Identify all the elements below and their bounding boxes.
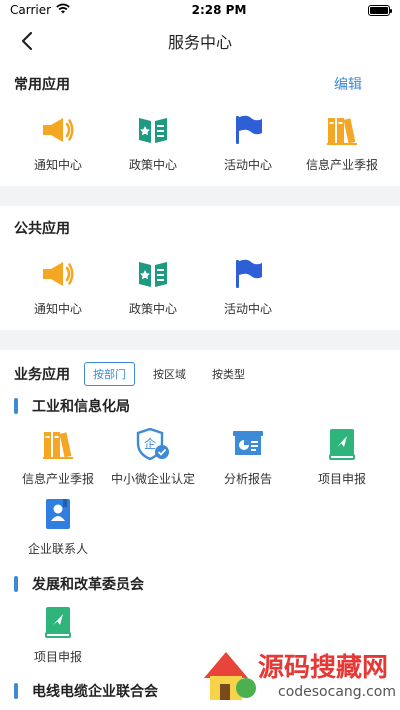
- status-left: Carrier: [10, 3, 70, 17]
- app-enterprise-contacts[interactable]: 企业联系人: [10, 496, 106, 557]
- group-accent-bar: [14, 683, 18, 699]
- status-time: 2:28 PM: [191, 3, 247, 17]
- back-button[interactable]: [12, 28, 42, 54]
- app-sme-certification[interactable]: 企 中小微企业认定: [105, 426, 201, 487]
- flag-icon: [230, 112, 266, 148]
- watermark-logo: 源码搜藏网 codesocang.com: [196, 638, 396, 704]
- common-apps-section: 常用应用 编辑 通知中心 政策中心 活动中心 信息产业季报: [0, 62, 400, 186]
- report-chart-icon: [230, 426, 266, 462]
- megaphone-icon: [40, 112, 76, 148]
- app-label: 信息产业季报: [21, 472, 94, 486]
- app-label: 项目申报: [33, 650, 82, 664]
- battery-icon: [368, 4, 392, 16]
- app-project-application[interactable]: 项目申报: [10, 604, 106, 665]
- app-project-application[interactable]: 项目申报: [294, 426, 390, 487]
- group-accent-bar: [14, 576, 18, 592]
- business-apps-header: 业务应用 按部门 按区域 按类型: [14, 362, 263, 386]
- app-label: 中小微企业认定: [110, 472, 195, 486]
- contact-book-icon: [40, 496, 76, 532]
- app-notice-center[interactable]: 通知中心: [10, 256, 106, 317]
- svg-text:源码搜藏网: 源码搜藏网: [258, 653, 388, 683]
- nav-bar: 服务中心: [0, 20, 400, 62]
- tab-by-department[interactable]: 按部门: [84, 362, 135, 386]
- public-apps-section: 公共应用 通知中心 政策中心 活动中心: [0, 206, 400, 330]
- group-title: 工业和信息化局: [32, 399, 130, 415]
- app-label: 活动中心: [223, 302, 272, 316]
- app-label: 通知中心: [33, 302, 82, 316]
- books-icon: [40, 426, 76, 462]
- app-label: 通知中心: [33, 158, 82, 172]
- business-apps-title: 业务应用: [14, 367, 70, 383]
- app-label: 分析报告: [223, 472, 272, 486]
- app-label: 政策中心: [128, 158, 177, 172]
- app-activity-center[interactable]: 活动中心: [200, 112, 296, 173]
- project-book-icon: [324, 426, 360, 462]
- svg-text:企: 企: [144, 436, 156, 451]
- books-icon: [324, 112, 360, 148]
- status-bar: Carrier 2:28 PM: [0, 0, 400, 20]
- app-label: 政策中心: [128, 302, 177, 316]
- app-label: 项目申报: [317, 472, 366, 486]
- svg-text:codesocang.com: codesocang.com: [278, 684, 396, 700]
- app-info-industry-report[interactable]: 信息产业季报: [10, 426, 106, 487]
- app-policy-center[interactable]: 政策中心: [105, 256, 201, 317]
- flag-icon: [230, 256, 266, 292]
- wifi-icon: [56, 3, 70, 17]
- app-analysis-report[interactable]: 分析报告: [200, 426, 296, 487]
- app-label: 活动中心: [223, 158, 272, 172]
- chevron-left-icon: [21, 31, 33, 51]
- public-apps-title: 公共应用: [14, 221, 70, 237]
- megaphone-icon: [40, 256, 76, 292]
- group-title: 发展和改革委员会: [32, 577, 144, 593]
- app-info-industry-report[interactable]: 信息产业季报: [294, 112, 390, 173]
- policy-book-icon: [135, 256, 171, 292]
- tab-by-type[interactable]: 按类型: [204, 363, 253, 385]
- app-label: 信息产业季报: [305, 158, 378, 172]
- project-book-icon: [40, 604, 76, 640]
- tab-by-region[interactable]: 按区域: [145, 363, 194, 385]
- common-apps-title: 常用应用: [14, 77, 70, 93]
- edit-button[interactable]: 编辑: [334, 74, 362, 94]
- group-header: 电线电缆企业联合会: [14, 681, 158, 701]
- carrier-label: Carrier: [10, 3, 52, 17]
- group-accent-bar: [14, 398, 18, 414]
- group-header: 工业和信息化局: [14, 396, 130, 416]
- group-header: 发展和改革委员会: [14, 574, 144, 594]
- group-title: 电线电缆企业联合会: [32, 684, 158, 700]
- app-label: 企业联系人: [27, 542, 88, 556]
- app-notice-center[interactable]: 通知中心: [10, 112, 106, 173]
- app-activity-center[interactable]: 活动中心: [200, 256, 296, 317]
- enterprise-shield-icon: 企: [135, 426, 171, 462]
- page-title: 服务中心: [167, 33, 232, 52]
- app-policy-center[interactable]: 政策中心: [105, 112, 201, 173]
- policy-book-icon: [135, 112, 171, 148]
